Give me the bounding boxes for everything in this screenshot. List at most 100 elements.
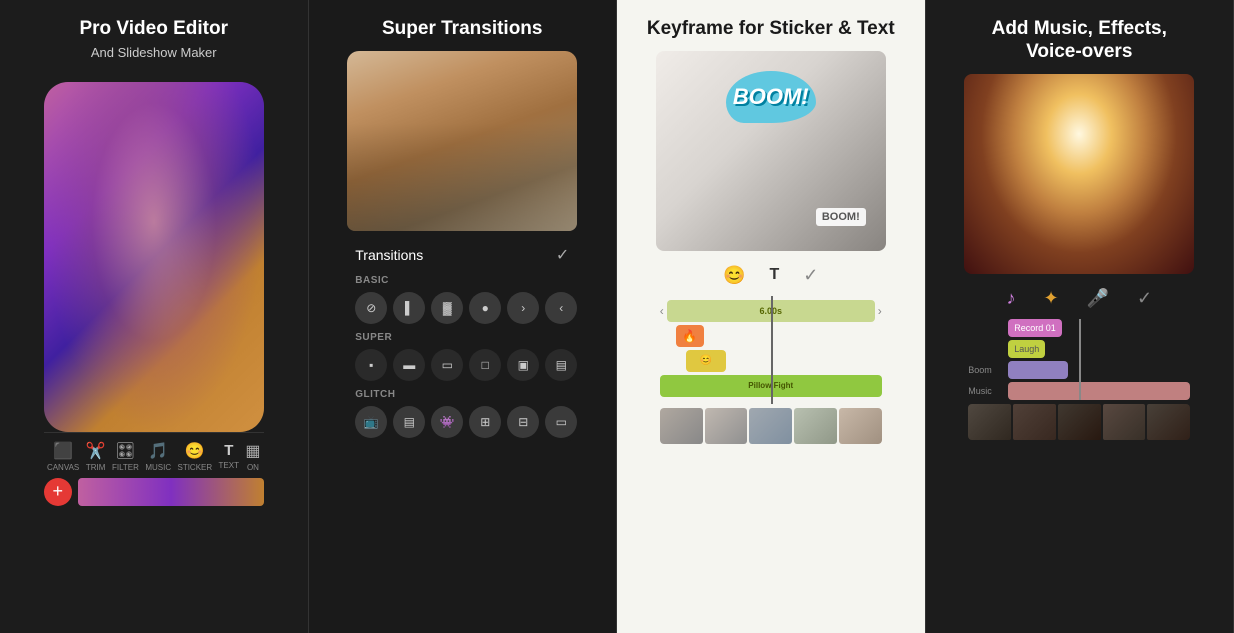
panel3-title: Keyframe for Sticker & Text [647, 18, 895, 41]
music-check-icon[interactable]: ✓ [1137, 288, 1152, 309]
basic-icon-6[interactable]: ‹ [545, 292, 577, 324]
kf-orange-clip[interactable]: 🔥 [676, 325, 704, 347]
kf-nav-right[interactable]: › [878, 304, 882, 318]
audio-tracks: Record 01 Laugh Boom Music [964, 319, 1194, 400]
toolbar-trim[interactable]: ✂️ TRIM [86, 441, 106, 472]
mic-icon[interactable]: 🎤 [1087, 288, 1109, 309]
panel2-title: Super Transitions [382, 18, 542, 41]
super-icon-5[interactable]: ▣ [507, 349, 539, 381]
glitch-icon-2[interactable]: ▤ [393, 406, 425, 438]
super-icon-3[interactable]: ▭ [431, 349, 463, 381]
kf-check-icon[interactable]: ✓ [803, 265, 818, 286]
timeline-clip [78, 478, 264, 506]
panel1-header: Pro Video Editor And Slideshow Maker [79, 18, 228, 72]
filter-icon: 🎛 [115, 441, 135, 461]
audio-playhead [1079, 319, 1081, 400]
concert-image [964, 74, 1194, 274]
super-icon-4[interactable]: □ [469, 349, 501, 381]
boom-text2: BOOM! [816, 208, 866, 226]
panel4-title-bold: Music, Effects,Voice-overs [1026, 18, 1167, 62]
panel3-header: Keyframe for Sticker & Text [647, 18, 895, 41]
panel2-header: Super Transitions [382, 18, 542, 41]
glitch-icons-grid: 📺 ▤ 👾 ⊞ ⊟ ▭ [347, 402, 577, 442]
thumb-1 [660, 408, 703, 444]
super-section-label: SUPER [347, 328, 577, 345]
music-track-bar[interactable] [1008, 382, 1190, 400]
super-icon-1[interactable]: ▪ [355, 349, 387, 381]
record-track-bar[interactable]: Record 01 [1008, 319, 1062, 337]
on-label: ON [247, 463, 259, 472]
panel1-phone-frame [44, 82, 264, 432]
glitch-icon-3[interactable]: 👾 [431, 406, 463, 438]
thumb-4 [794, 408, 837, 444]
panel1-toolbar: ⬛ CANVAS ✂️ TRIM 🎛 FILTER 🎵 MUSIC 😊 STIC… [44, 432, 264, 512]
audio-thumb-1 [968, 404, 1011, 440]
basic-icon-2[interactable]: ▌ [393, 292, 425, 324]
panel-music: Add Music, Effects,Voice-overs ♪ ✦ 🎤 ✓ R… [926, 0, 1234, 633]
toolbar-on[interactable]: ▦ ON [245, 441, 260, 472]
toolbar-icons-row: ⬛ CANVAS ✂️ TRIM 🎛 FILTER 🎵 MUSIC 😊 STIC… [44, 441, 264, 472]
sticker-label: STICKER [177, 463, 212, 472]
boom-image: BOOM! BOOM! [656, 51, 886, 251]
super-icons-grid: ▪ ▬ ▭ □ ▣ ▤ [347, 345, 577, 385]
transitions-header-row: Transitions ✓ [347, 239, 577, 271]
music-bottom: ♪ ✦ 🎤 ✓ Record 01 Laugh Boom Music [964, 282, 1194, 440]
toolbar-music[interactable]: 🎵 MUSIC [145, 441, 171, 472]
super-icon-2[interactable]: ▬ [393, 349, 425, 381]
audio-thumbnail-strip [968, 404, 1190, 440]
glitch-icon-4[interactable]: ⊞ [469, 406, 501, 438]
thumb-3 [749, 408, 792, 444]
filter-label: FILTER [112, 463, 139, 472]
boom-track-bar[interactable] [1008, 361, 1068, 379]
panel-video-editor: Pro Video Editor And Slideshow Maker ⬛ C… [0, 0, 309, 633]
sticker-icon: 😊 [185, 441, 205, 461]
music-note-icon[interactable]: ♪ [1006, 288, 1015, 309]
transitions-check-icon[interactable]: ✓ [556, 245, 569, 265]
basic-icon-5[interactable]: › [507, 292, 539, 324]
basic-icon-3[interactable]: ▓ [431, 292, 463, 324]
kf-icons-row: 😊 T ✓ [656, 259, 886, 292]
boom-bubble: BOOM! [726, 71, 816, 124]
keyframe-bold: Keyframe [647, 18, 734, 39]
music-icons-row: ♪ ✦ 🎤 ✓ [964, 282, 1194, 315]
kf-emoji-icon[interactable]: 😊 [723, 265, 745, 286]
timeline-strip [78, 478, 264, 506]
effects-star-icon[interactable]: ✦ [1043, 288, 1058, 309]
toolbar-canvas[interactable]: ⬛ CANVAS [47, 441, 79, 472]
super-icon-6[interactable]: ▤ [545, 349, 577, 381]
kf-nav-left[interactable]: ‹ [660, 304, 664, 318]
music-label: MUSIC [145, 463, 171, 472]
panel-keyframe: Keyframe for Sticker & Text BOOM! BOOM! … [617, 0, 926, 633]
audio-thumb-3 [1058, 404, 1101, 440]
kf-text-icon[interactable]: T [770, 266, 780, 284]
panel4-title: Add Music, Effects,Voice-overs [992, 18, 1167, 64]
glitch-icon-5[interactable]: ⊟ [507, 406, 539, 438]
text-icon: T [224, 442, 233, 459]
music-track-label: Music [968, 386, 1004, 396]
toolbar-sticker[interactable]: 😊 STICKER [177, 441, 212, 472]
add-button[interactable]: + [44, 478, 72, 506]
audio-thumb-2 [1013, 404, 1056, 440]
panel-transitions: Super Transitions Transitions ✓ BASIC ⊘ … [309, 0, 618, 633]
transitions-screen: Transitions ✓ BASIC ⊘ ▌ ▓ ● › ‹ SUPER ▪ … [347, 51, 577, 442]
basic-section-label: BASIC [347, 271, 577, 288]
toolbar-filter[interactable]: 🎛 FILTER [112, 441, 139, 472]
basic-icon-4[interactable]: ● [469, 292, 501, 324]
boom-track-label: Boom [968, 365, 1004, 375]
keyframe-bottom: 😊 T ✓ ‹ 6.00s › 🔥 😊 Pillow Fight [656, 259, 886, 444]
panel1-title: Pro Video Editor [79, 18, 228, 41]
timeline-row: + [44, 478, 264, 506]
glitch-icon-6[interactable]: ▭ [545, 406, 577, 438]
skater-image [347, 51, 577, 231]
trim-label: TRIM [86, 463, 106, 472]
kf-yellow-clip[interactable]: 😊 [686, 350, 726, 372]
on-icon: ▦ [245, 441, 260, 461]
toolbar-text[interactable]: T TEXT [219, 442, 239, 470]
audio-thumb-4 [1103, 404, 1146, 440]
transitions-label: Transitions [355, 247, 423, 263]
thumbnail-strip [660, 408, 882, 444]
glitch-icon-1[interactable]: 📺 [355, 406, 387, 438]
trim-icon: ✂️ [86, 441, 106, 461]
basic-icon-1[interactable]: ⊘ [355, 292, 387, 324]
laugh-track-bar[interactable]: Laugh [1008, 340, 1045, 358]
